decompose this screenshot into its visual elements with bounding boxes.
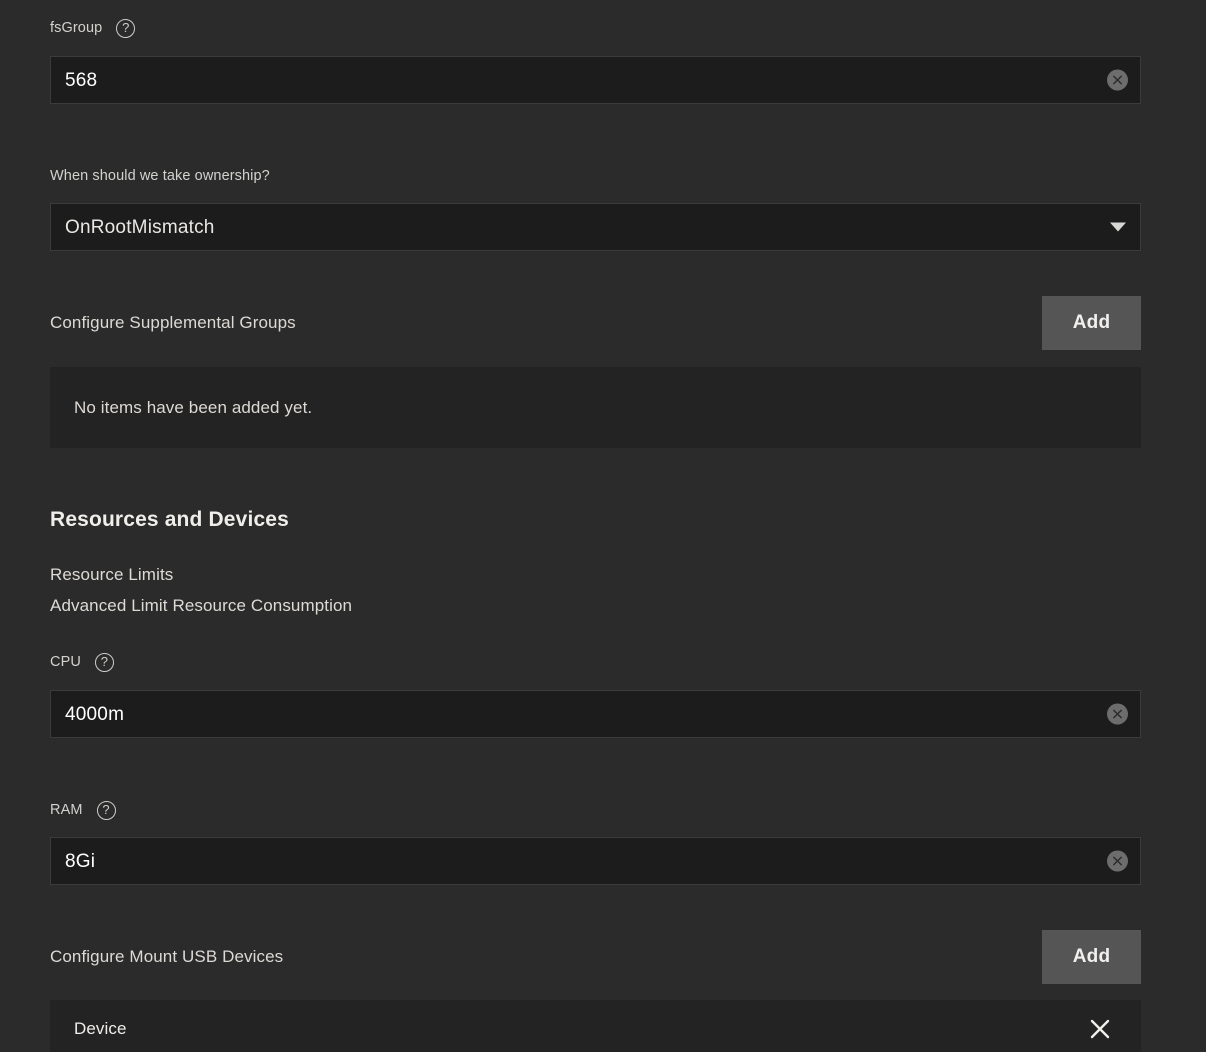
ram-input-value: 8Gi	[65, 852, 95, 871]
ram-clear-icon[interactable]	[1107, 851, 1128, 872]
fsgroup-clear-icon[interactable]	[1107, 70, 1128, 91]
fsgroup-label-row: fsGroup ?	[50, 18, 135, 38]
cpu-label-row: CPU ?	[50, 652, 114, 672]
usb-device-row: Device	[50, 1000, 1141, 1052]
ownership-selected-value: OnRootMismatch	[65, 218, 215, 237]
mount-usb-devices-title: Configure Mount USB Devices	[50, 947, 283, 967]
ram-input[interactable]: 8Gi	[50, 837, 1141, 885]
supplemental-groups-title: Configure Supplemental Groups	[50, 313, 296, 333]
close-x-icon[interactable]	[1085, 1014, 1115, 1044]
cpu-label: CPU	[50, 652, 81, 672]
help-circle-icon[interactable]: ?	[95, 653, 114, 672]
supplemental-groups-empty-text: No items have been added yet.	[74, 398, 312, 418]
cpu-clear-icon[interactable]	[1107, 704, 1128, 725]
help-circle-icon[interactable]: ?	[116, 19, 135, 38]
fsgroup-input-value: 568	[65, 71, 97, 90]
advanced-limit-resource-consumption-label: Advanced Limit Resource Consumption	[50, 590, 352, 621]
ram-label: RAM	[50, 800, 83, 820]
resource-limits-label: Resource Limits	[50, 559, 173, 590]
ownership-label: When should we take ownership?	[50, 166, 270, 186]
resources-and-devices-heading: Resources and Devices	[50, 508, 289, 532]
fsgroup-input[interactable]: 568	[50, 56, 1141, 104]
help-circle-icon[interactable]: ?	[97, 801, 116, 820]
ram-label-row: RAM ?	[50, 800, 116, 820]
cpu-input[interactable]: 4000m	[50, 690, 1141, 738]
supplemental-groups-empty-panel: No items have been added yet.	[50, 367, 1141, 448]
ownership-select[interactable]: OnRootMismatch	[50, 203, 1141, 251]
mount-usb-devices-header: Configure Mount USB Devices Add	[50, 930, 1141, 984]
cpu-input-value: 4000m	[65, 705, 124, 724]
chevron-down-icon[interactable]	[1110, 223, 1126, 232]
usb-device-label: Device	[74, 1019, 127, 1039]
add-usb-device-button[interactable]: Add	[1042, 930, 1141, 984]
configuration-form-page: fsGroup ? 568 When should we take owners…	[0, 0, 1206, 1052]
supplemental-groups-header: Configure Supplemental Groups Add	[50, 296, 1141, 350]
fsgroup-label: fsGroup	[50, 18, 102, 38]
add-supplemental-group-button[interactable]: Add	[1042, 296, 1141, 350]
